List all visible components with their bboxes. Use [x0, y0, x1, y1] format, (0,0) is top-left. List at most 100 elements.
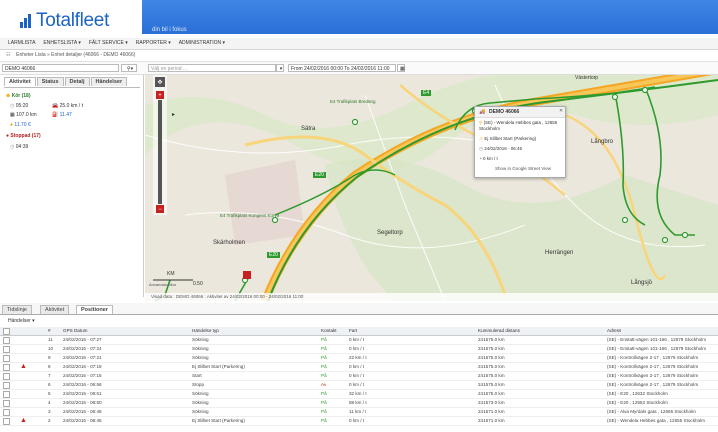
- menu-larmlista[interactable]: LARMLISTA: [8, 40, 35, 46]
- table-row[interactable]: 11 24/02/2016 - 07:27 Sökning På 0 km / t 241…: [0, 336, 718, 345]
- popup-speed-text: 0 km / t: [482, 156, 498, 161]
- tab-aktivitet-bottom[interactable]: Aktivitet: [40, 305, 70, 314]
- cell-fart: 32 km / t: [349, 391, 367, 396]
- table-row[interactable]: ▲ 2 24/02/2016 - 06:45 Ej Slilbet Start (Pa…: [0, 417, 718, 426]
- col-fart[interactable]: Fart: [349, 327, 357, 335]
- cell-kontakt: På: [321, 391, 327, 396]
- vehicle-select[interactable]: DEMO 46066: [2, 64, 119, 72]
- tab-aktivitet[interactable]: Aktivitet: [4, 77, 36, 86]
- tab-positioner[interactable]: Positioner: [76, 305, 113, 314]
- calendar-icon[interactable]: ▦: [397, 64, 405, 72]
- row-checkbox[interactable]: [3, 373, 10, 380]
- cell-handelse-typ: Ej Slilbet Start (Parkering): [192, 364, 245, 369]
- cell-kontakt: På: [321, 400, 327, 405]
- col-gps-datum[interactable]: GPS Datum: [63, 327, 88, 335]
- cell-distans: 241573.0 km: [478, 400, 505, 405]
- col-distans[interactable]: Kummulerad distans: [478, 327, 520, 335]
- map-view[interactable]: ✥ + − ▸ Sätra Skärholmen Segeltorp Herrä…: [145, 75, 718, 301]
- tab-status[interactable]: Status: [36, 77, 64, 86]
- table-row[interactable]: 7 24/02/2016 - 07:16 Start På 0 km / t 241575…: [0, 372, 718, 381]
- row-checkbox[interactable]: [3, 400, 10, 407]
- breadcrumb: ☷ Enheter Lista » Enhet detaljer (46066 …: [0, 50, 718, 62]
- table-row[interactable]: 6 24/02/2016 - 06:56 Stopp Av 0 km / t 241575…: [0, 381, 718, 390]
- pin-icon: ⚲: [479, 120, 483, 125]
- row-checkbox[interactable]: [3, 355, 10, 362]
- cell-adress: (SE) - E20 , 12952 Stockholm: [607, 400, 668, 405]
- row-checkbox[interactable]: [3, 364, 10, 371]
- map-copyright[interactable]: Anvandarvillkor: [149, 282, 176, 287]
- cell-fart: 88 km / t: [349, 400, 367, 405]
- coins-icon: ●: [10, 122, 14, 128]
- popup-speed: ◔ 0 km / t: [479, 156, 498, 161]
- logo-bars-icon: [20, 12, 34, 28]
- label-langsjo: Långsjö: [631, 280, 653, 286]
- sidebar-toggle-icon[interactable]: ▸: [172, 111, 175, 118]
- menu-enhetslista[interactable]: ENHETSLISTA ▾: [43, 40, 80, 46]
- table-row[interactable]: 9 24/02/2016 - 07:21 Sökning På 22 km / t 241…: [0, 354, 718, 363]
- filter-dropdown[interactable]: Händelser ▾: [8, 318, 35, 324]
- svg-text:+: +: [158, 93, 162, 99]
- run-status[interactable]: ⊕ Kör (18): [6, 93, 31, 99]
- truck-icon: 🚚: [479, 109, 486, 115]
- header-banner: [142, 0, 718, 34]
- table-row[interactable]: ▲ 8 24/02/2016 - 07:18 Ej Slilbet Start (Pa…: [0, 363, 718, 372]
- cell-number: 5: [48, 391, 51, 396]
- table-row[interactable]: 4 24/02/2016 - 06:50 Sökning På 88 km / t 241…: [0, 399, 718, 408]
- grid-icon[interactable]: ☷: [6, 52, 10, 58]
- cost-value: 11.70 €: [14, 122, 31, 128]
- row-checkbox[interactable]: [3, 418, 10, 425]
- tab-detalj[interactable]: Detalj: [64, 77, 90, 86]
- fuel: ⛽ 11.47: [52, 112, 72, 118]
- period-dropdown-icon[interactable]: ▾: [276, 64, 284, 72]
- cell-distans: 241575.0 km: [478, 355, 505, 360]
- table-row[interactable]: 3 24/02/2016 - 06:48 Sökning På 11 km / t 241…: [0, 408, 718, 417]
- alert-icon: ▲: [20, 363, 27, 370]
- cell-distans: 241571.0 km: [478, 409, 505, 414]
- cell-adress: (SE) - Enstatt-vägen 101-166 , 12679 Sto…: [607, 346, 707, 351]
- select-all-checkbox[interactable]: [3, 328, 10, 335]
- cell-kontakt: På: [321, 364, 327, 369]
- row-checkbox[interactable]: [3, 382, 10, 389]
- street-view-link[interactable]: Show in Google Street View: [495, 166, 551, 171]
- breadcrumb-text[interactable]: Enheter Lista » Enhet detaljer (46066 - …: [16, 52, 135, 58]
- col-adress[interactable]: Adress: [607, 327, 621, 335]
- col-handelse-typ[interactable]: Händelse typ: [192, 327, 219, 335]
- activity-panel: Aktivitet Status Detalj Händelser ⊕ Kör (18…: [0, 75, 144, 297]
- shield-e20-b: E20: [267, 252, 280, 258]
- cell-distans: 241575.0 km: [478, 391, 505, 396]
- date-range-field[interactable]: From 24/02/2016 00:00 To 24/02/2016 11:0…: [288, 64, 396, 72]
- scale-unit: KM: [167, 271, 175, 277]
- popup-close-icon[interactable]: ✕: [559, 108, 563, 114]
- col-number[interactable]: #: [48, 327, 51, 335]
- totalfleet-logo[interactable]: Totalfleet: [20, 10, 109, 32]
- cell-handelse-typ: Sökning: [192, 391, 209, 396]
- tab-handelser[interactable]: Händelser: [90, 77, 128, 86]
- vehicle-search-button[interactable]: ⚲▾: [121, 64, 137, 72]
- stop-status[interactable]: ● Stoppad (17): [6, 133, 41, 139]
- col-kontakt[interactable]: Kontakt: [321, 327, 337, 335]
- menu-administration[interactable]: ADMINISTRATION ▾: [179, 40, 225, 46]
- row-checkbox[interactable]: [3, 391, 10, 398]
- cell-fart: 22 km / t: [349, 355, 367, 360]
- cell-handelse-typ: Sökning: [192, 337, 209, 342]
- cell-handelse-typ: Sökning: [192, 409, 209, 414]
- cell-distans: 241575.0 km: [478, 382, 505, 387]
- alert-icon: ▲: [20, 417, 27, 424]
- row-checkbox[interactable]: [3, 346, 10, 353]
- row-checkbox[interactable]: [3, 337, 10, 344]
- cell-adress: (SE) - Kontrollvägen 2-17 , 12679 Stockh…: [607, 355, 699, 360]
- period-select[interactable]: Välj en period ...: [148, 64, 276, 72]
- menu-falt-service[interactable]: FÄLT SERVICE ▾: [89, 40, 128, 46]
- row-checkbox[interactable]: [3, 409, 10, 416]
- cell-fart: 0 km / t: [349, 346, 365, 351]
- main-menu: LARMLISTA ENHETSLISTA ▾ FÄLT SERVICE ▾ RAPP…: [0, 38, 718, 50]
- label-vasterorp: Västertorp: [575, 75, 599, 81]
- table-row[interactable]: 5 24/02/2016 - 06:51 Sökning På 32 km / t 241…: [0, 390, 718, 399]
- cell-adress: (SE) - E20 , 12632 Stockholm: [607, 391, 668, 396]
- cell-adress: (SE) - Kontrollvägen 2-17 , 12679 Stockh…: [607, 364, 699, 369]
- table-row[interactable]: 10 24/02/2016 - 07:24 Sökning På 0 km / t 241…: [0, 345, 718, 354]
- run-time: ◷ 05:20: [10, 103, 28, 109]
- menu-rapporter[interactable]: RAPPORTER ▾: [136, 40, 171, 46]
- tab-tidslinje[interactable]: Tidslinje: [2, 305, 32, 314]
- cell-gps-datum: 24/02/2016 - 07:24: [63, 346, 102, 351]
